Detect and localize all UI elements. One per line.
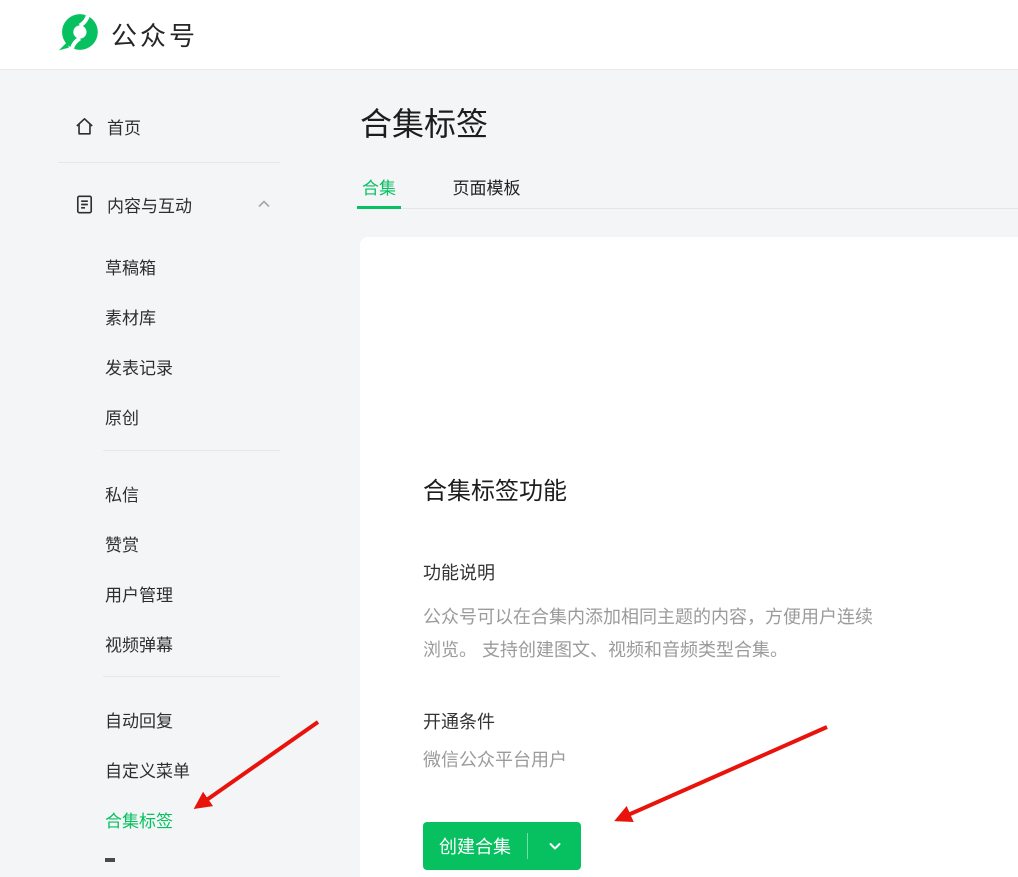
sidebar-item-partial xyxy=(105,858,115,862)
activation-condition-label: 开通条件 xyxy=(423,711,958,733)
chevron-up-icon xyxy=(254,194,274,214)
sidebar-item-label: 自动回复 xyxy=(105,707,173,732)
sidebar-group-content: 草稿箱 素材库 发表记录 原创 xyxy=(0,241,340,441)
sidebar-item-label: 合集标签 xyxy=(105,807,173,832)
feature-description-label: 功能说明 xyxy=(423,562,958,584)
sidebar-item-user-management[interactable]: 用户管理 xyxy=(0,568,340,618)
document-icon xyxy=(72,192,96,216)
sidebar-item-label: 用户管理 xyxy=(105,581,173,606)
sidebar: 首页 内容与互动 草稿箱 素材库 发表记录 原创 私信 赞赏 用户管理 视频弹幕… xyxy=(0,71,340,862)
sidebar-section-content[interactable]: 内容与互动 xyxy=(0,179,340,229)
sidebar-item-original[interactable]: 原创 xyxy=(0,391,340,441)
feature-description-text: 公众号可以在合集内添加相同主题的内容，方便用户连续浏览。 支持创建图文、视频和音… xyxy=(423,601,883,667)
sidebar-item-private-messages[interactable]: 私信 xyxy=(0,468,340,518)
chevron-down-icon xyxy=(545,836,565,856)
sidebar-divider xyxy=(103,450,280,451)
card-heading: 合集标签功能 xyxy=(423,478,958,506)
sidebar-item-label: 视频弹幕 xyxy=(105,631,173,656)
sidebar-divider xyxy=(103,676,280,677)
sidebar-item-auto-reply[interactable]: 自动回复 xyxy=(0,694,340,744)
sidebar-item-collection-tags[interactable]: 合集标签 xyxy=(0,794,340,844)
home-icon xyxy=(72,114,96,138)
tab-bar: 合集 页面模板 xyxy=(360,179,1018,209)
tab-label: 页面模板 xyxy=(452,179,520,198)
sidebar-item-label: 原创 xyxy=(105,404,139,429)
sidebar-item-label: 赞赏 xyxy=(105,531,139,556)
sidebar-item-label: 素材库 xyxy=(105,304,156,329)
create-collection-button[interactable]: 创建合集 xyxy=(423,822,581,870)
tab-page-template[interactable]: 页面模板 xyxy=(450,179,522,199)
sidebar-item-label: 私信 xyxy=(105,481,139,506)
sidebar-item-rewards[interactable]: 赞赏 xyxy=(0,518,340,568)
sidebar-item-home[interactable]: 首页 xyxy=(0,101,340,151)
sidebar-item-material-library[interactable]: 素材库 xyxy=(0,291,340,341)
sidebar-item-drafts[interactable]: 草稿箱 xyxy=(0,241,340,291)
create-collection-dropdown[interactable] xyxy=(528,836,581,856)
sidebar-item-video-danmaku[interactable]: 视频弹幕 xyxy=(0,618,340,668)
sidebar-group-interaction: 私信 赞赏 用户管理 视频弹幕 xyxy=(0,468,340,668)
tab-collection[interactable]: 合集 xyxy=(360,179,398,199)
sidebar-item-label: 发表记录 xyxy=(105,354,173,379)
collection-feature-card: 合集标签功能 功能说明 公众号可以在合集内添加相同主题的内容，方便用户连续浏览。… xyxy=(360,237,1018,877)
sidebar-item-custom-menu[interactable]: 自定义菜单 xyxy=(0,744,340,794)
sidebar-item-label: 首页 xyxy=(107,114,141,139)
wechat-official-account-logo[interactable] xyxy=(57,10,101,59)
create-collection-label[interactable]: 创建合集 xyxy=(423,833,527,859)
sidebar-item-label: 自定义菜单 xyxy=(105,757,190,782)
tab-label: 合集 xyxy=(362,179,396,198)
sidebar-section-label: 内容与互动 xyxy=(107,192,192,217)
sidebar-divider xyxy=(58,162,280,163)
sidebar-group-tools: 自动回复 自定义菜单 合集标签 xyxy=(0,694,340,844)
top-header: 公众号 xyxy=(0,0,1018,70)
page-title: 合集标签 xyxy=(360,104,488,144)
sidebar-item-publish-records[interactable]: 发表记录 xyxy=(0,341,340,391)
brand-title: 公众号 xyxy=(111,16,198,53)
activation-condition-text: 微信公众平台用户 xyxy=(423,749,958,771)
active-tab-underline xyxy=(357,206,401,209)
sidebar-item-label: 草稿箱 xyxy=(105,254,156,279)
